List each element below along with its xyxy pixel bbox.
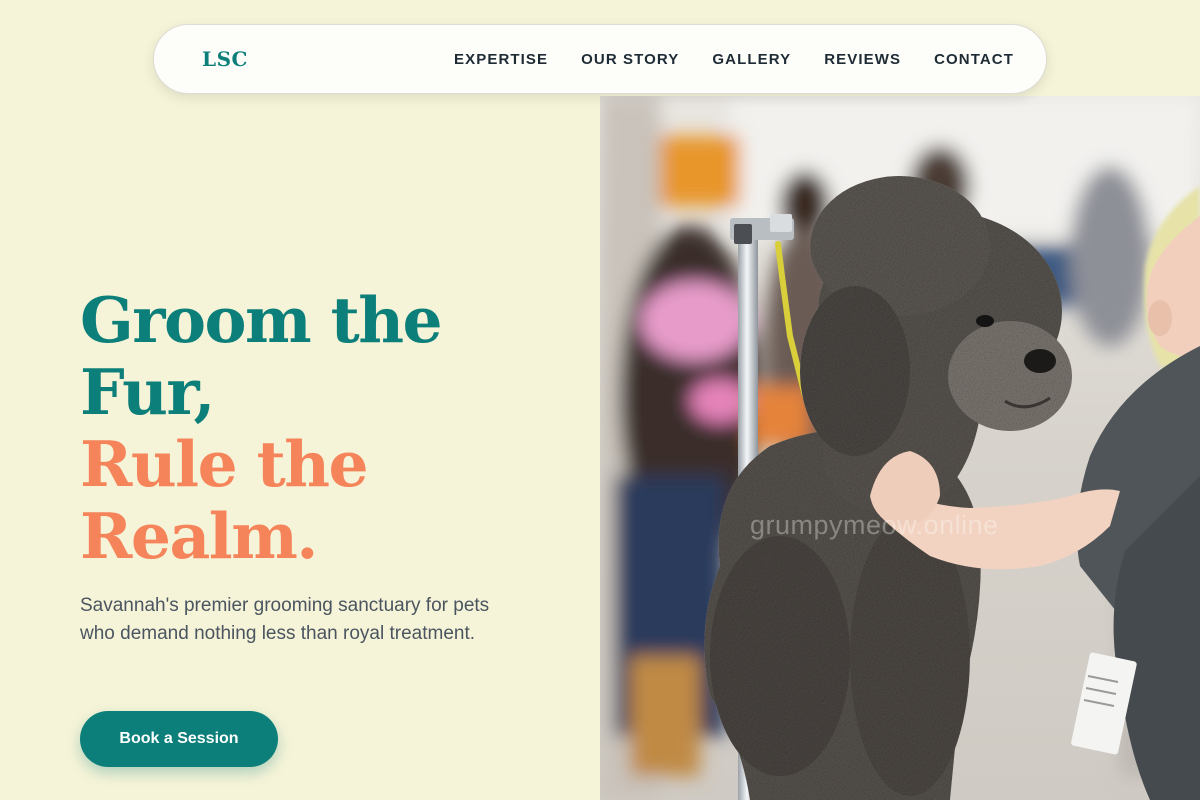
nav-link-gallery[interactable]: GALLERY xyxy=(679,51,791,68)
hero-headline: Groom the Fur, Rule the Realm. xyxy=(80,284,550,572)
headline-line-2: Fur, xyxy=(80,355,215,429)
brand-logo[interactable]: LSC xyxy=(202,47,248,71)
nav-link-contact[interactable]: CONTACT xyxy=(901,51,1014,68)
nav-link-reviews[interactable]: REVIEWS xyxy=(791,51,901,68)
headline-line-3: Rule the xyxy=(80,427,369,501)
image-watermark: grumpymeow.online xyxy=(750,510,999,540)
nav-links: EXPERTISE OUR STORY GALLERY REVIEWS CONT… xyxy=(421,51,1014,68)
page: grumpymeow.online LSC EXPERTISE OUR STOR… xyxy=(0,0,1200,800)
poodle-grooming-photo xyxy=(600,96,1200,800)
headline-line-1: Groom the xyxy=(80,283,443,357)
headline-line-4: Realm. xyxy=(80,499,318,573)
nav-link-expertise[interactable]: EXPERTISE xyxy=(421,51,548,68)
hero-image: grumpymeow.online xyxy=(600,96,1200,800)
hero-subtext: Savannah's premier grooming sanctuary fo… xyxy=(80,595,490,644)
hero-content: Groom the Fur, Rule the Realm. Savannah'… xyxy=(80,284,550,648)
nav-link-our-story[interactable]: OUR STORY xyxy=(548,51,679,68)
top-navigation: LSC EXPERTISE OUR STORY GALLERY REVIEWS … xyxy=(153,24,1047,94)
book-session-button[interactable]: Book a Session xyxy=(80,711,278,767)
